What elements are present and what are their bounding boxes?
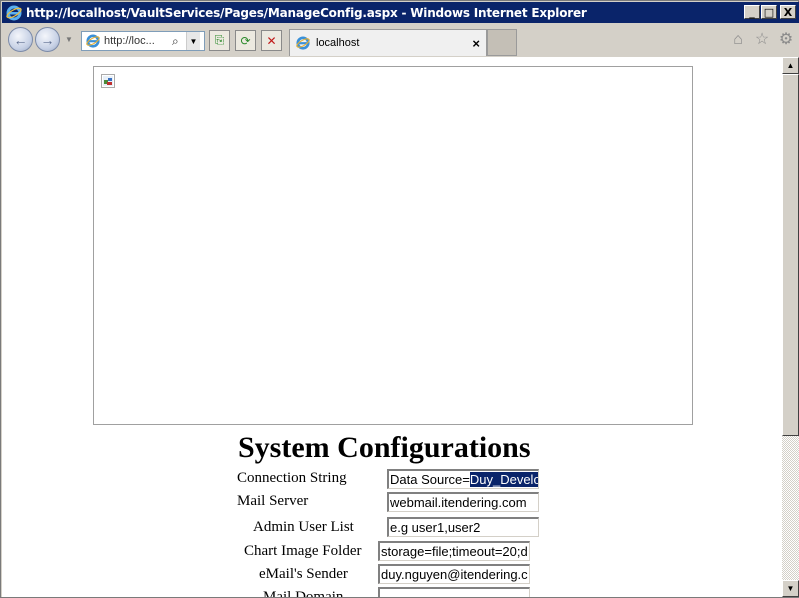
- page-title: System Configurations: [238, 431, 531, 464]
- navigation-toolbar: ← → ▼ http://loc... ⌕ ▼ ⎘ ⟳ ✕ localhost …: [2, 23, 799, 57]
- home-icon[interactable]: ⌂: [729, 31, 747, 49]
- tools-icon[interactable]: ⚙: [777, 31, 795, 49]
- mail-server-label: Mail Server: [237, 493, 309, 509]
- connection-string-input[interactable]: Data Source=Duy_Develo: [387, 469, 539, 489]
- command-icons: ⌂ ☆ ⚙: [729, 31, 795, 49]
- ie-logo-icon: [5, 4, 23, 22]
- search-icon[interactable]: ⌕: [172, 34, 186, 49]
- stop-button[interactable]: ✕: [261, 30, 282, 51]
- window-controls: _ □ X: [743, 5, 796, 19]
- admin-user-list-label: Admin User List: [253, 519, 354, 535]
- vertical-scrollbar[interactable]: ▲ ▼: [782, 57, 799, 597]
- tab-localhost[interactable]: localhost ×: [289, 29, 487, 56]
- forward-button[interactable]: →: [35, 27, 60, 52]
- image-frame: [93, 66, 693, 425]
- back-button[interactable]: ←: [8, 27, 33, 52]
- email-sender-label: eMail's Sender: [259, 566, 348, 582]
- page-content: System Configurations Connection String …: [2, 57, 782, 597]
- chart-image-folder-label: Chart Image Folder: [244, 543, 362, 559]
- browser-window: http://localhost/VaultServices/Pages/Man…: [0, 0, 799, 598]
- mail-domain-input[interactable]: [378, 587, 530, 597]
- title-bar[interactable]: http://localhost/VaultServices/Pages/Man…: [2, 2, 799, 23]
- close-button[interactable]: X: [780, 5, 796, 19]
- tab-label: localhost: [316, 37, 360, 49]
- connection-string-label: Connection String: [237, 470, 347, 486]
- window-title: http://localhost/VaultServices/Pages/Man…: [26, 5, 587, 20]
- refresh-button[interactable]: ⟳: [235, 30, 256, 51]
- page-icon: [85, 33, 101, 49]
- address-bar[interactable]: http://loc... ⌕ ▼: [81, 31, 205, 51]
- connection-string-value: Data Source=: [390, 472, 470, 487]
- tab-close-icon[interactable]: ×: [472, 36, 480, 51]
- history-dropdown-icon[interactable]: ▼: [65, 35, 73, 44]
- mail-server-input[interactable]: webmail.itendering.com: [387, 492, 539, 512]
- new-tab-button[interactable]: [487, 29, 517, 56]
- scroll-up-button[interactable]: ▲: [782, 57, 799, 74]
- broken-image-icon: [101, 74, 115, 88]
- tab-page-icon: [295, 35, 311, 51]
- favorites-icon[interactable]: ☆: [753, 31, 771, 49]
- address-dropdown-icon[interactable]: ▼: [186, 32, 200, 50]
- scroll-thumb[interactable]: [782, 74, 799, 436]
- admin-user-list-input[interactable]: e.g user1,user2: [387, 517, 539, 537]
- address-input[interactable]: http://loc...: [104, 35, 170, 47]
- minimize-button[interactable]: _: [744, 5, 760, 19]
- maximize-button[interactable]: □: [761, 5, 777, 19]
- chart-image-folder-input[interactable]: storage=file;timeout=20;d: [378, 541, 530, 561]
- scroll-down-button[interactable]: ▼: [782, 580, 799, 597]
- mail-domain-label: Mail Domain: [263, 589, 344, 597]
- connection-string-selection: Duy_Develo: [469, 472, 539, 487]
- compatibility-view-button[interactable]: ⎘: [209, 30, 230, 51]
- email-sender-input[interactable]: duy.nguyen@itendering.c: [378, 564, 530, 584]
